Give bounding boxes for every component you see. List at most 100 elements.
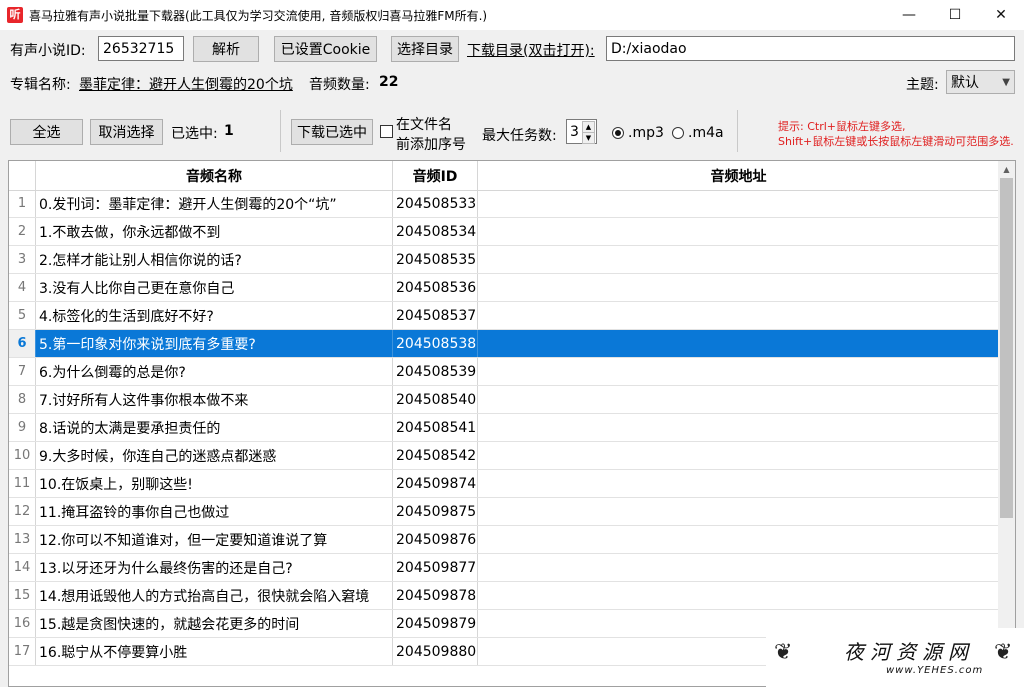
header-audio-url[interactable]: 音频地址: [478, 161, 999, 190]
deselect-button[interactable]: 取消选择: [90, 119, 163, 145]
select-all-button[interactable]: 全选: [10, 119, 83, 145]
row-index: 11: [9, 470, 36, 497]
hint-text-line1: 提示: Ctrl+鼠标左键多选,: [778, 120, 906, 133]
table-row[interactable]: 4 3.没有人比你自己更在意你自己 204508536: [9, 274, 999, 302]
table-row[interactable]: 13 12.你可以不知道谁对，但一定要知道谁说了算 204509876: [9, 526, 999, 554]
audio-name-cell: 1.不敢去做，你永远都做不到: [36, 218, 393, 245]
table-row[interactable]: 11 10.在饭桌上，别聊这些! 204509874: [9, 470, 999, 498]
album-name-label: 专辑名称:: [10, 77, 71, 93]
close-button[interactable]: ✕: [978, 0, 1024, 30]
audio-id-cell: 204508535: [393, 246, 478, 273]
header-audio-id[interactable]: 音频ID: [393, 161, 478, 190]
table-row[interactable]: 9 8.话说的太满是要承担责任的 204508541: [9, 414, 999, 442]
audio-id-cell: 204509880: [393, 638, 478, 665]
toolbar-divider-2: [737, 110, 738, 152]
format-mp3-label: .mp3: [628, 125, 664, 141]
audio-url-cell: [478, 274, 999, 301]
table-row[interactable]: 3 2.怎样才能让别人相信你说的话? 204508535: [9, 246, 999, 274]
row-index: 16: [9, 610, 36, 637]
audio-count-value: 22: [379, 74, 399, 90]
prefix-number-label-line2: 前添加序号: [396, 137, 466, 153]
audio-table[interactable]: 音频名称 音频ID 音频地址 1 0.发刊词：墨菲定律：避开人生倒霉的20个“坑”…: [8, 160, 1016, 687]
select-directory-button[interactable]: 选择目录: [391, 36, 459, 62]
row-index: 15: [9, 582, 36, 609]
table-row[interactable]: 5 4.标签化的生活到底好不好? 204508537: [9, 302, 999, 330]
audio-id-cell: 204509875: [393, 498, 478, 525]
row-index: 12: [9, 498, 36, 525]
theme-select-value: 默认: [951, 75, 979, 91]
scroll-up-icon[interactable]: ▲: [998, 161, 1015, 178]
toolbar-divider: [280, 110, 281, 152]
table-row[interactable]: 10 9.大多时候，你连自己的迷惑点都迷惑 204508542: [9, 442, 999, 470]
prefix-number-label-line1: 在文件名: [396, 117, 452, 133]
watermark-flourish-right: ❦: [994, 640, 1013, 665]
row-index: 17: [9, 638, 36, 665]
audio-name-cell: 13.以牙还牙为什么最终伤害的还是自己?: [36, 554, 393, 581]
table-row[interactable]: 1 0.发刊词：墨菲定律：避开人生倒霉的20个“坑” 204508533: [9, 190, 999, 218]
header-audio-name[interactable]: 音频名称: [36, 161, 393, 190]
audio-id-cell: 204508540: [393, 386, 478, 413]
download-directory-input[interactable]: D:/xiaodao: [606, 36, 1015, 61]
row-index: 6: [9, 330, 36, 357]
audio-url-cell: [478, 190, 999, 217]
table-row[interactable]: 6 5.第一印象对你来说到底有多重要? 204508538: [9, 330, 999, 358]
audio-name-cell: 5.第一印象对你来说到底有多重要?: [36, 330, 393, 357]
row-index: 7: [9, 358, 36, 385]
scrollbar-thumb[interactable]: [1000, 178, 1013, 518]
watermark-url: www.YEHES.com: [886, 665, 984, 676]
audio-id-cell: 204508539: [393, 358, 478, 385]
parse-button[interactable]: 解析: [193, 36, 259, 62]
hint-text-line2: Shift+鼠标左键或长按鼠标左键滑动可范围多选.: [778, 135, 1014, 148]
download-directory-link[interactable]: 下载目录(双击打开):: [467, 40, 595, 60]
audio-name-cell: 6.为什么倒霉的总是你?: [36, 358, 393, 385]
watermark: ❦ 夜河资源网 www.YEHES.com ❦: [766, 628, 1024, 687]
app-logo-icon: 听: [7, 7, 23, 23]
audio-id-cell: 204509874: [393, 470, 478, 497]
window-title: 喜马拉雅有声小说批量下载器(此工具仅为学习交流使用, 音频版权归喜马拉雅FM所有…: [29, 8, 488, 23]
table-row[interactable]: 12 11.掩耳盗铃的事你自己也做过 204509875: [9, 498, 999, 526]
cookie-button[interactable]: 已设置Cookie: [274, 36, 377, 62]
format-m4a-radio[interactable]: [672, 127, 684, 139]
prefix-number-checkbox[interactable]: [380, 125, 393, 138]
audio-id-cell: 204508533: [393, 190, 478, 217]
audio-id-cell: 204508537: [393, 302, 478, 329]
audio-name-cell: 9.大多时候，你连自己的迷惑点都迷惑: [36, 442, 393, 469]
table-row[interactable]: 8 7.讨好所有人这件事你根本做不来 204508540: [9, 386, 999, 414]
audio-name-cell: 4.标签化的生活到底好不好?: [36, 302, 393, 329]
audio-url-cell: [478, 526, 999, 553]
row-index: 13: [9, 526, 36, 553]
audio-id-cell: 204508534: [393, 218, 478, 245]
theme-select[interactable]: 默认 ▼: [946, 70, 1015, 94]
stepper-down-icon[interactable]: ▼: [582, 132, 595, 144]
album-id-input[interactable]: 26532715: [98, 36, 184, 61]
table-row[interactable]: 2 1.不敢去做，你永远都做不到 204508534: [9, 218, 999, 246]
theme-label: 主题:: [906, 77, 939, 93]
maximize-button[interactable]: ☐: [932, 0, 978, 30]
watermark-flourish-left: ❦: [774, 640, 793, 665]
audio-name-cell: 10.在饭桌上，别聊这些!: [36, 470, 393, 497]
audio-id-cell: 204509879: [393, 610, 478, 637]
table-row[interactable]: 15 14.想用诋毁他人的方式抬高自己，很快就会陷入窘境 204509878: [9, 582, 999, 610]
max-tasks-stepper[interactable]: 3 ▲ ▼: [566, 119, 597, 144]
audio-url-cell: [478, 554, 999, 581]
audio-name-cell: 7.讨好所有人这件事你根本做不来: [36, 386, 393, 413]
vertical-scrollbar[interactable]: ▲: [998, 161, 1015, 686]
album-name-link[interactable]: 墨菲定律：避开人生倒霉的20个坑: [79, 74, 293, 94]
audio-name-cell: 16.聪宁从不停要算小胜: [36, 638, 393, 665]
app-window: 听 喜马拉雅有声小说批量下载器(此工具仅为学习交流使用, 音频版权归喜马拉雅FM…: [0, 0, 1024, 687]
row-index: 1: [9, 190, 36, 217]
audio-url-cell: [478, 414, 999, 441]
audio-name-cell: 11.掩耳盗铃的事你自己也做过: [36, 498, 393, 525]
format-mp3-radio[interactable]: [612, 127, 624, 139]
row-index: 4: [9, 274, 36, 301]
table-row[interactable]: 14 13.以牙还牙为什么最终伤害的还是自己? 204509877: [9, 554, 999, 582]
audio-id-cell: 204508536: [393, 274, 478, 301]
audio-name-cell: 15.越是贪图快速的，就越会花更多的时间: [36, 610, 393, 637]
header-index-cell: [9, 161, 36, 190]
table-body: 1 0.发刊词：墨菲定律：避开人生倒霉的20个“坑” 204508533 2 1.不敢去…: [9, 190, 999, 666]
audio-name-cell: 3.没有人比你自己更在意你自己: [36, 274, 393, 301]
row-index: 10: [9, 442, 36, 469]
minimize-button[interactable]: —: [886, 0, 932, 30]
table-row[interactable]: 7 6.为什么倒霉的总是你? 204508539: [9, 358, 999, 386]
download-selected-button[interactable]: 下载已选中: [291, 119, 373, 145]
